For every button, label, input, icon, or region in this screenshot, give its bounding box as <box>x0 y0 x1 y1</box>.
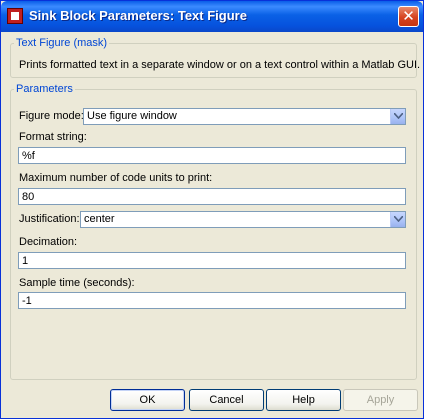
max-code-units-label: Maximum number of code units to print: <box>19 172 213 184</box>
mask-description: Prints formatted text in a separate wind… <box>19 59 421 71</box>
parameters-legend: Parameters <box>16 83 73 95</box>
window-title: Sink Block Parameters: Text Figure <box>29 8 247 23</box>
cancel-button[interactable]: Cancel <box>189 389 264 411</box>
help-button[interactable]: Help <box>266 389 341 411</box>
format-string-field[interactable] <box>18 147 406 164</box>
justification-value: center <box>84 213 115 225</box>
dialog-window: Sink Block Parameters: Text Figure ✕ Tex… <box>0 0 424 419</box>
sample-time-label: Sample time (seconds): <box>19 277 135 289</box>
justification-label: Justification: <box>19 213 80 225</box>
decimation-field[interactable] <box>18 252 406 269</box>
justification-select[interactable]: center <box>80 211 406 228</box>
sample-time-field[interactable] <box>18 292 406 309</box>
simulink-block-icon <box>7 8 23 24</box>
format-string-label: Format string: <box>19 131 87 143</box>
figure-mode-label: Figure mode: <box>19 110 84 122</box>
chevron-down-icon[interactable] <box>390 109 405 124</box>
chevron-down-icon[interactable] <box>390 212 405 227</box>
title-bar[interactable]: Sink Block Parameters: Text Figure ✕ <box>1 1 423 32</box>
mask-group: Text Figure (mask) <box>10 37 417 78</box>
decimation-label: Decimation: <box>19 236 78 248</box>
close-button[interactable]: ✕ <box>398 6 419 27</box>
close-icon: ✕ <box>402 7 415 25</box>
ok-button[interactable]: OK <box>110 389 185 411</box>
apply-button[interactable]: Apply <box>343 389 418 411</box>
parameters-group: Parameters <box>10 83 417 380</box>
max-code-units-field[interactable] <box>18 188 406 205</box>
figure-mode-select[interactable]: Use figure window <box>83 108 406 125</box>
mask-legend: Text Figure (mask) <box>16 37 108 49</box>
figure-mode-value: Use figure window <box>87 110 177 122</box>
